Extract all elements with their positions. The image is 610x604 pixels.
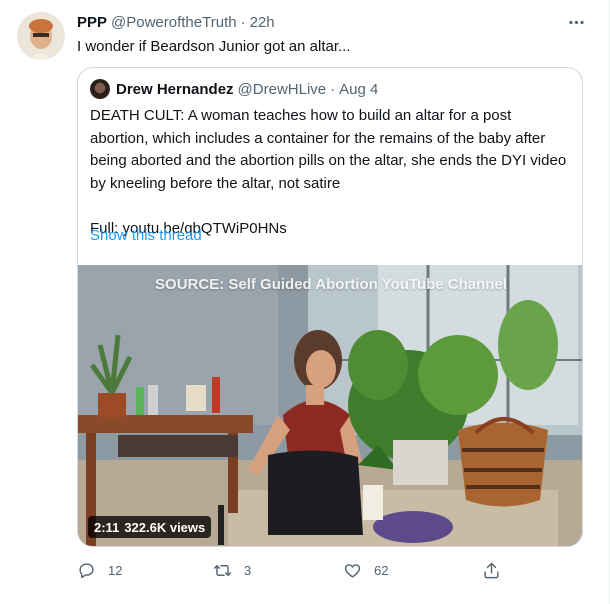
quoted-display-name[interactable]: Drew Hernandez [116,81,234,98]
reply-button[interactable]: 12 [77,558,122,582]
show-thread-link[interactable]: Show this thread [90,227,202,244]
quoted-tweet[interactable]: Drew Hernandez @DrewHLive · Aug 4 DEATH … [77,67,583,547]
avatar[interactable] [17,12,65,60]
quoted-header: Drew Hernandez @DrewHLive · Aug 4 [90,79,378,99]
quoted-handle[interactable]: @DrewHLive [238,81,327,98]
handle[interactable]: @PoweroftheTruth [111,14,237,31]
quoted-text: DEATH CULT: A woman teaches how to build… [90,105,574,240]
tweet[interactable]: PPP @PoweroftheTruth · 22h I wonder if B… [0,0,610,604]
retweet-count: 3 [244,562,252,578]
video-thumbnail[interactable]: SOURCE: Self Guided Abortion YouTube Cha… [78,265,582,546]
video-duration: 2:11 [94,519,120,535]
quoted-text-line: being aborted and the abortion pills on … [90,152,567,169]
share-icon [484,562,499,578]
video-source-caption: SOURCE: Self Guided Abortion YouTube Cha… [155,276,507,293]
timestamp[interactable]: 22h [250,14,275,31]
quoted-date[interactable]: Aug 4 [339,81,378,98]
video-views: 322.6K views [124,519,206,535]
like-count: 62 [374,562,389,578]
tweet-header: PPP @PoweroftheTruth · 22h [77,13,275,31]
like-button[interactable]: 62 [343,558,388,582]
tweet-text: I wonder if Beardson Junior got an altar… [77,38,351,55]
quoted-separator: · [330,80,336,98]
retweet-button[interactable]: 3 [213,558,251,582]
display-name[interactable]: PPP [77,14,107,31]
reply-icon [79,562,94,578]
more-icon [568,20,584,24]
quoted-text-line: by kneeling before the altar, not satire [90,174,341,192]
quoted-avatar[interactable] [90,79,110,99]
retweet-icon [213,564,232,576]
action-bar: 12 3 62 [77,558,507,582]
video-frame [78,265,582,546]
reply-count: 12 [108,562,123,578]
separator: · [240,13,246,31]
more-options-button[interactable] [561,8,591,36]
video-stats-badge: 2:11 322.6K views [88,516,212,538]
quoted-text-line: abortion, which includes a container for… [90,129,546,147]
heart-icon [344,563,361,578]
share-button[interactable] [482,558,501,582]
quoted-text-line: DEATH CULT: A woman teaches how to build… [90,107,512,124]
